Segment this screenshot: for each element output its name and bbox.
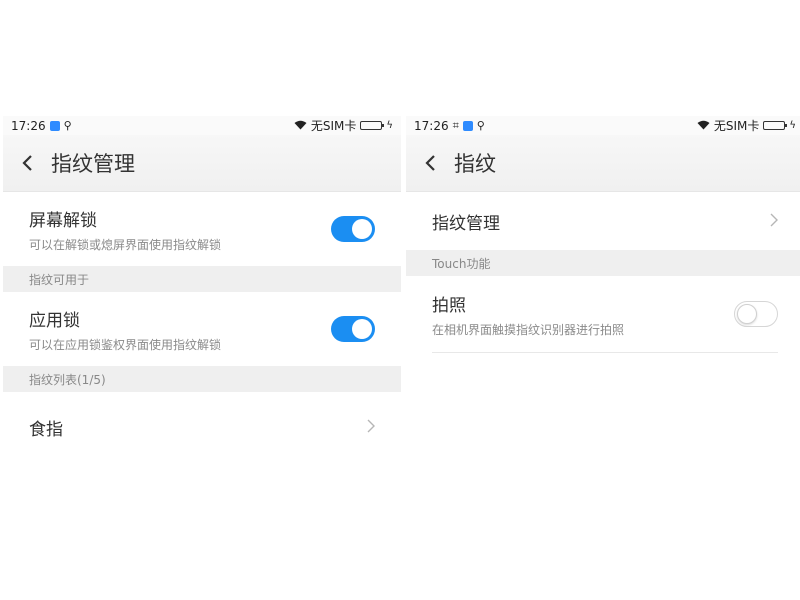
fingerprint-item-label: 食指	[29, 419, 63, 440]
usb-icon: ⚲	[476, 119, 485, 132]
screen-unlock-label: 屏幕解锁	[29, 210, 97, 231]
section-header: Touch功能	[406, 250, 800, 276]
page-title: 指纹	[454, 152, 496, 176]
screenshot-icon: ⌗	[452, 119, 459, 132]
usb-icon: ⚲	[63, 119, 72, 132]
title-bar: 指纹管理	[3, 135, 401, 192]
app-lock-label: 应用锁	[29, 310, 80, 331]
back-arrow-icon[interactable]	[3, 135, 51, 191]
charging-icon: ϟ	[789, 120, 796, 131]
right-screen: 17:26 ⌗ ⚲ 无SIM卡 ϟ 指纹 指纹管理 Touch功能 拍照 在相机…	[406, 116, 800, 600]
fingerprint-item-row[interactable]: 食指	[3, 392, 401, 462]
screen-unlock-row[interactable]: 屏幕解锁 可以在解锁或熄屏界面使用指纹解锁	[3, 192, 401, 266]
status-bar: 17:26 ⚲ 无SIM卡 ϟ	[3, 116, 401, 135]
photo-label: 拍照	[432, 295, 466, 316]
charging-icon: ϟ	[386, 120, 393, 131]
left-screen: 17:26 ⚲ 无SIM卡 ϟ 指纹管理 屏幕解锁 可以在解锁或熄屏界面使用指纹…	[3, 116, 401, 600]
status-bar: 17:26 ⌗ ⚲ 无SIM卡 ϟ	[406, 116, 800, 135]
fingerprint-manage-row[interactable]: 指纹管理	[406, 192, 800, 250]
battery-icon	[763, 121, 788, 130]
app-lock-toggle[interactable]	[331, 316, 375, 342]
page-title: 指纹管理	[51, 152, 135, 176]
battery-icon	[360, 121, 385, 130]
photo-row[interactable]: 拍照 在相机界面触摸指纹识别器进行拍照	[406, 276, 800, 352]
app-notification-icon	[49, 120, 60, 131]
carrier-text: 无SIM卡	[310, 119, 357, 133]
title-bar: 指纹	[406, 135, 800, 192]
section-header: 指纹可用于	[3, 266, 401, 292]
canvas: 17:26 ⚲ 无SIM卡 ϟ 指纹管理 屏幕解锁 可以在解锁或熄屏界面使用指纹…	[0, 0, 800, 600]
section-header: 指纹列表(1/5)	[3, 366, 401, 392]
chevron-right-icon	[770, 211, 778, 232]
wifi-icon	[294, 120, 307, 132]
screen-unlock-desc: 可以在解锁或熄屏界面使用指纹解锁	[29, 237, 222, 252]
back-arrow-icon[interactable]	[406, 135, 454, 191]
status-time: 17:26	[11, 118, 46, 133]
photo-toggle[interactable]	[734, 301, 778, 327]
app-notification-icon	[462, 120, 473, 131]
photo-desc: 在相机界面触摸指纹识别器进行拍照	[432, 322, 625, 337]
divider	[432, 352, 778, 353]
status-time: 17:26	[414, 118, 449, 133]
app-lock-row[interactable]: 应用锁 可以在应用锁鉴权界面使用指纹解锁	[3, 292, 401, 366]
app-lock-desc: 可以在应用锁鉴权界面使用指纹解锁	[29, 337, 222, 352]
screen-unlock-toggle[interactable]	[331, 216, 375, 242]
chevron-right-icon	[367, 417, 375, 438]
wifi-icon	[697, 120, 710, 132]
carrier-text: 无SIM卡	[713, 119, 760, 133]
fingerprint-manage-label: 指纹管理	[432, 213, 500, 234]
